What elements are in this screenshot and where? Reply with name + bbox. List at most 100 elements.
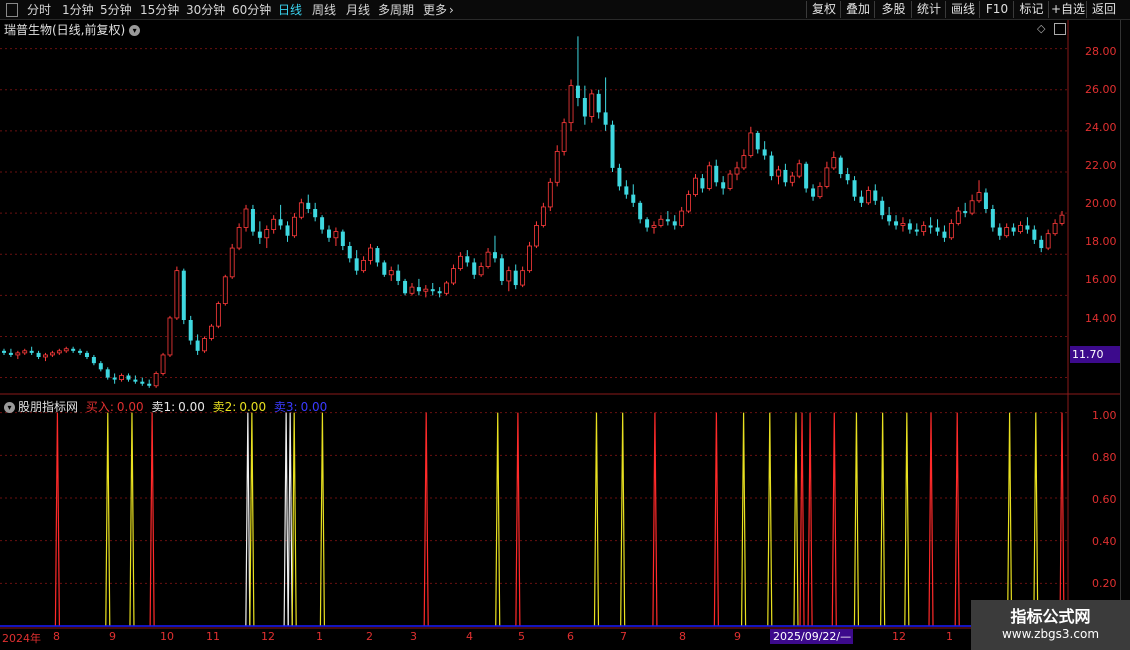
- candle-body: [520, 270, 526, 286]
- date-label: 1: [316, 630, 323, 643]
- indicator-spike: [593, 412, 600, 627]
- candle-body: [804, 163, 809, 189]
- candle-body: [811, 188, 816, 197]
- indicator-spike: [291, 412, 297, 627]
- date-label: 6: [567, 630, 574, 643]
- indicator-spike: [928, 412, 934, 627]
- candle-body: [457, 255, 463, 270]
- indicator-spike: [287, 412, 293, 627]
- candle-body: [603, 112, 608, 125]
- candle-body: [575, 85, 580, 98]
- indicator-spike: [807, 412, 813, 627]
- candle-body: [222, 276, 228, 304]
- indicator-spike: [713, 412, 719, 627]
- candle-body: [914, 229, 919, 232]
- price-tick: 26.00: [1085, 83, 1117, 96]
- candle-body: [624, 186, 629, 195]
- candle-body: [416, 287, 421, 292]
- watermark: 指标公式网 www.zbgs3.com: [971, 600, 1130, 650]
- candle-body: [721, 182, 726, 189]
- candle-body: [900, 222, 906, 226]
- candle-body: [679, 210, 685, 226]
- candle-body: [1032, 229, 1037, 240]
- indicator-spike: [740, 412, 747, 627]
- candle-body: [686, 194, 691, 212]
- candle-body: [43, 354, 48, 358]
- candle-body: [250, 209, 255, 232]
- candle-body: [706, 165, 712, 189]
- candle-body: [963, 211, 968, 214]
- indicator-spike: [129, 412, 135, 627]
- candle-body: [236, 227, 242, 249]
- candle-body: [126, 375, 131, 380]
- candle-body: [789, 175, 795, 183]
- buy-label: 买入:: [85, 400, 114, 414]
- candle-body: [540, 206, 546, 226]
- candle-body: [741, 155, 747, 169]
- indicator-spike: [652, 412, 658, 627]
- watermark-url: www.zbgs3.com: [1001, 627, 1100, 641]
- indicator-spike: [1059, 412, 1065, 627]
- candle-body: [71, 348, 76, 351]
- sell3-label: 卖3:: [273, 400, 298, 414]
- candle-body: [174, 270, 180, 319]
- candle-body: [209, 325, 214, 339]
- candle-body: [153, 373, 159, 387]
- candle-body: [997, 227, 1002, 236]
- candle-body: [444, 282, 449, 294]
- candle-body: [78, 350, 83, 353]
- date-label: 11: [206, 630, 220, 643]
- candle-body: [672, 221, 677, 226]
- candle-body: [465, 256, 470, 263]
- buy-value: 0.00: [116, 400, 144, 414]
- price-tick: 22.00: [1085, 159, 1117, 172]
- candle-body: [188, 320, 193, 341]
- chevron-down-icon[interactable]: ▾: [4, 402, 15, 413]
- candle-body: [84, 352, 89, 357]
- candle-body: [596, 93, 601, 113]
- candle-body: [582, 98, 587, 117]
- indicator-spike: [954, 412, 960, 627]
- candle-body: [824, 167, 830, 187]
- candle-body: [610, 124, 615, 168]
- indicator-spike: [283, 412, 289, 627]
- price-tick: 16.00: [1085, 273, 1117, 286]
- candle-body: [1018, 225, 1023, 233]
- candle-body: [589, 93, 595, 117]
- candle-body: [91, 357, 96, 364]
- candle-body: [852, 180, 857, 197]
- indicator-spike: [1007, 412, 1013, 627]
- candle-body: [485, 251, 491, 267]
- candle-body: [873, 190, 878, 201]
- date-label: 5: [518, 630, 525, 643]
- indicator-spike: [880, 412, 886, 627]
- candle-body: [547, 181, 553, 208]
- candle-body: [63, 348, 69, 352]
- candle-body: [568, 85, 574, 124]
- candle-body: [658, 218, 664, 226]
- candle-body: [354, 258, 359, 271]
- candle-body: [948, 222, 954, 239]
- indicator-spike: [319, 412, 326, 627]
- indicator-spike: [831, 412, 837, 627]
- candle-body: [513, 270, 518, 286]
- candle-body: [472, 262, 477, 275]
- candle-body: [727, 173, 733, 189]
- candle-body: [492, 252, 497, 259]
- candle-body: [403, 280, 408, 294]
- candle-body: [306, 202, 311, 209]
- candle-body: [631, 194, 636, 203]
- candle-body: [506, 270, 512, 282]
- candle-body: [969, 200, 975, 214]
- candle-body: [368, 247, 373, 261]
- candle-body: [2, 350, 6, 353]
- current-price-badge: 11.70: [1070, 346, 1122, 363]
- candle-body: [527, 245, 532, 272]
- date-label: 2: [366, 630, 373, 643]
- candle-body: [430, 289, 435, 292]
- indicator-spike: [767, 412, 773, 627]
- candle-body: [859, 196, 864, 203]
- candle-body: [409, 286, 415, 294]
- candle-body: [285, 225, 290, 236]
- candle-body: [140, 381, 145, 384]
